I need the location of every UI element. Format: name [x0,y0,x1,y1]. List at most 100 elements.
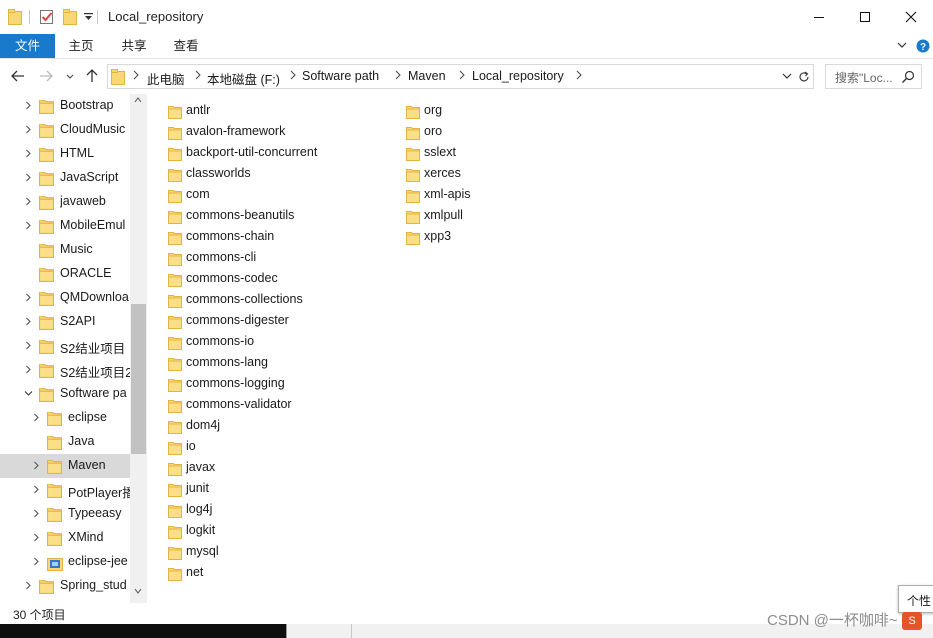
nav-item[interactable]: HTML [0,142,130,166]
folder-item[interactable]: antlr [168,101,388,122]
chevron-right-icon[interactable] [24,197,33,206]
nav-item[interactable]: ORACLE [0,262,130,286]
nav-item[interactable]: S2API [0,310,130,334]
chevron-right-icon[interactable] [32,557,41,566]
expand-ribbon-icon[interactable] [897,42,907,49]
folder-item[interactable]: commons-io [168,332,388,353]
nav-item[interactable]: Typeeasy [0,502,130,526]
breadcrumb-this-pc[interactable]: 此电脑 [147,69,185,88]
folder-item[interactable]: junit [168,479,388,500]
nav-item[interactable]: JavaScript [0,166,130,190]
folder-item[interactable]: logkit [168,521,388,542]
chevron-right-icon[interactable] [395,70,401,80]
chevron-right-icon[interactable] [32,461,41,470]
chevron-right-icon[interactable] [459,70,465,80]
folder-item[interactable]: oro [406,122,626,143]
nav-item[interactable]: Bootstrap [0,94,130,118]
tab-share[interactable]: 共享 [111,34,157,58]
breadcrumb-software-path[interactable]: Software path [302,69,379,83]
folder-item[interactable]: avalon-framework [168,122,388,143]
nav-item[interactable]: S2结业项目2 [0,358,130,382]
tab-home[interactable]: 主页 [58,34,104,58]
address-bar[interactable]: 此电脑 本地磁盘 (F:) Software path Maven Local_… [107,64,814,89]
folder-item[interactable]: com [168,185,388,206]
scroll-up-icon[interactable] [134,97,142,103]
close-button[interactable] [888,0,933,34]
chevron-right-icon[interactable] [24,173,33,182]
folder-item[interactable]: commons-collections [168,290,388,311]
scroll-thumb[interactable] [131,304,146,454]
input-method-icon[interactable]: S [902,612,922,630]
forward-arrow-icon[interactable] [38,68,54,84]
folder-item[interactable]: commons-validator [168,395,388,416]
new-folder-icon[interactable] [63,9,77,25]
breadcrumb-local-repository[interactable]: Local_repository [472,69,564,83]
help-icon[interactable]: ? [916,39,930,53]
chevron-right-icon[interactable] [195,70,201,80]
customize-toolbar-icon[interactable] [84,13,93,21]
chevron-right-icon[interactable] [24,293,33,302]
folder-item[interactable]: commons-digester [168,311,388,332]
nav-item[interactable]: Music [0,238,130,262]
chevron-right-icon[interactable] [32,533,41,542]
chevron-right-icon[interactable] [32,413,41,422]
chevron-right-icon[interactable] [24,101,33,110]
folder-item[interactable]: commons-cli [168,248,388,269]
recent-locations-icon[interactable] [66,74,74,80]
folder-item[interactable]: net [168,563,388,584]
chevron-right-icon[interactable] [24,365,33,374]
chevron-right-icon[interactable] [576,70,582,80]
nav-item[interactable]: MobileEmul [0,214,130,238]
properties-icon[interactable] [39,9,55,25]
folder-item[interactable]: commons-beanutils [168,206,388,227]
folder-item[interactable]: org [406,101,626,122]
chevron-down-icon[interactable] [24,389,33,398]
folder-item[interactable]: xpp3 [406,227,626,248]
chevron-right-icon[interactable] [32,485,41,494]
folder-item[interactable]: log4j [168,500,388,521]
folder-item[interactable]: commons-codec [168,269,388,290]
nav-item[interactable]: XMind [0,526,130,550]
nav-item[interactable]: PotPlayer播 [0,478,130,502]
chevron-right-icon[interactable] [24,317,33,326]
folder-item[interactable]: classworlds [168,164,388,185]
search-input[interactable]: 搜索"Loc... [825,64,922,89]
address-history-dropdown-icon[interactable] [782,73,792,80]
nav-item[interactable]: Java [0,430,130,454]
nav-item[interactable]: Software pa [0,382,130,406]
folder-item[interactable]: commons-logging [168,374,388,395]
search-icon[interactable] [901,70,915,84]
folder-item[interactable]: javax [168,458,388,479]
minimize-button[interactable] [796,0,842,34]
chevron-right-icon[interactable] [24,149,33,158]
scroll-down-icon[interactable] [134,588,142,594]
nav-scrollbar[interactable] [130,94,147,603]
folder-item[interactable]: io [168,437,388,458]
tab-file[interactable]: 文件 [0,34,55,58]
nav-item[interactable]: S2结业项目 [0,334,130,358]
breadcrumb-local-disk[interactable]: 本地磁盘 (F:) [207,69,280,88]
folder-item[interactable]: commons-chain [168,227,388,248]
nav-item[interactable]: CloudMusic [0,118,130,142]
chevron-right-icon[interactable] [290,70,296,80]
folder-item[interactable]: commons-lang [168,353,388,374]
nav-item[interactable]: Spring_stud [0,574,130,598]
back-arrow-icon[interactable] [10,68,26,84]
chevron-right-icon[interactable] [24,125,33,134]
folder-item[interactable]: backport-util-concurrent [168,143,388,164]
nav-item[interactable]: javaweb [0,190,130,214]
nav-item[interactable]: eclipse [0,406,130,430]
nav-item[interactable]: QMDownloa [0,286,130,310]
folder-item[interactable]: xerces [406,164,626,185]
refresh-button[interactable] [794,64,814,89]
up-arrow-icon[interactable] [84,68,100,84]
breadcrumb-maven[interactable]: Maven [408,69,446,83]
chevron-right-icon[interactable] [24,581,33,590]
maximize-button[interactable] [842,0,888,34]
folder-item[interactable]: mysql [168,542,388,563]
folder-item[interactable]: dom4j [168,416,388,437]
chevron-right-icon[interactable] [24,341,33,350]
folder-item[interactable]: xmlpull [406,206,626,227]
tab-view[interactable]: 查看 [163,34,209,58]
folder-item[interactable]: sslext [406,143,626,164]
